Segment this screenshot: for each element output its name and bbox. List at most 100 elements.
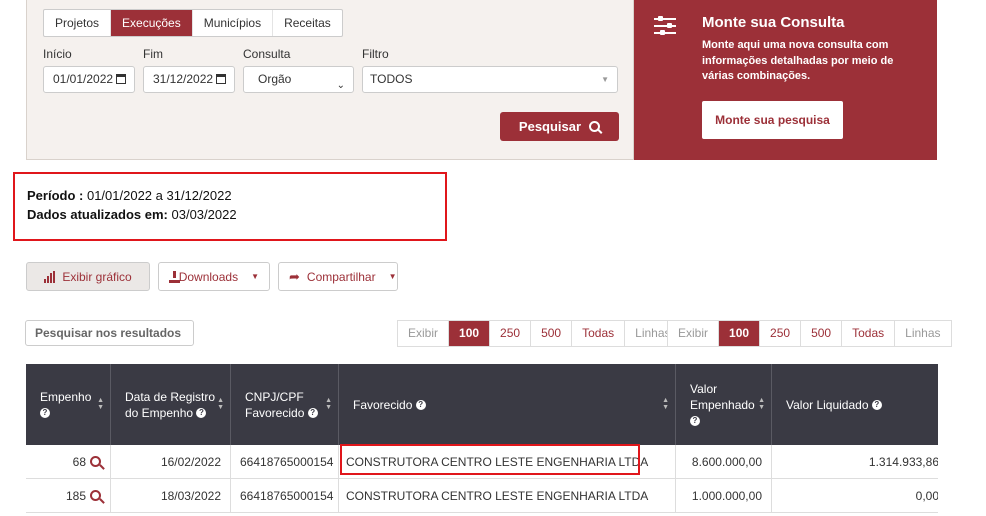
sort-icon[interactable]: ▲ ▼: [97, 397, 104, 411]
search-results-input[interactable]: Pesquisar nos resultados: [25, 320, 194, 346]
atualizados-line: Dados atualizados em: 03/03/2022: [27, 205, 433, 224]
monte-consulta-panel: Monte sua Consulta Monte aqui uma nova c…: [634, 0, 937, 160]
pager-option-250[interactable]: 250: [760, 321, 802, 346]
pager-exibir-label: Exibir: [398, 321, 450, 346]
pager-exibir-label: Exibir: [668, 321, 720, 346]
filtro-value: TODOS: [370, 72, 413, 86]
cell-valor-liquidado: 0,00: [915, 489, 938, 503]
cell-data: 16/02/2022: [111, 445, 231, 479]
compartilhar-button[interactable]: ➦ Compartilhar ▼: [278, 262, 398, 291]
exibir-grafico-label: Exibir gráfico: [62, 269, 132, 284]
help-icon[interactable]: ?: [196, 408, 207, 419]
help-icon[interactable]: ?: [307, 408, 318, 419]
bar-chart-icon: [44, 270, 56, 283]
col-cnpj-label-1: CNPJ/CPF: [245, 389, 304, 404]
sliders-icon: [654, 16, 676, 36]
col-cnpj[interactable]: CNPJ/CPF Favorecido ? ▲ ▼: [231, 364, 339, 445]
atualizados-value: 03/03/2022: [171, 207, 237, 222]
search-icon[interactable]: [90, 456, 101, 467]
fim-date-field[interactable]: 31/12/2022: [143, 66, 235, 93]
col-empenho-label: Empenho: [40, 389, 92, 404]
filtro-label: Filtro: [362, 47, 389, 61]
calendar-icon[interactable]: [116, 74, 126, 84]
periodo-value: 01/01/2022 a 31/12/2022: [86, 188, 232, 203]
monte-pesquisa-button[interactable]: Monte sua pesquisa: [702, 101, 843, 139]
col-valor-empenhado[interactable]: Valor Empenhado? ▲ ▼: [676, 364, 772, 445]
col-valor-liquidado-label: Valor Liquidado: [786, 397, 869, 412]
help-icon[interactable]: ?: [40, 408, 50, 419]
col-data-label-2: do Empenho: [125, 405, 194, 420]
sort-icon[interactable]: ▲ ▼: [325, 397, 332, 411]
col-valor-label-1: Valor: [690, 381, 718, 396]
search-button[interactable]: Pesquisar: [500, 112, 619, 141]
pager-option-500[interactable]: 500: [801, 321, 843, 346]
caret-down-icon: ▼: [251, 272, 259, 281]
exibir-grafico-button[interactable]: Exibir gráfico: [26, 262, 150, 291]
col-empenho[interactable]: Empenho? ▲ ▼: [26, 364, 111, 445]
consulta-value: Orgão: [258, 72, 292, 86]
search-button-label: Pesquisar: [518, 119, 582, 134]
inicio-label: Início: [43, 47, 72, 61]
cell-valor-liquidado: 1.314.933,86: [868, 455, 938, 469]
calendar-icon[interactable]: [216, 74, 226, 84]
periodo-label: Período :: [27, 188, 84, 203]
pager-option-100[interactable]: 100: [719, 321, 761, 346]
col-data-registro[interactable]: Data de Registro do Empenho ? ▲ ▼: [111, 364, 231, 445]
cell-cnpj: 66418765000154: [231, 445, 339, 479]
periodo-line: Período : 01/01/2022 a 31/12/2022: [27, 186, 433, 205]
downloads-label: Downloads: [178, 269, 239, 284]
tab-municipios[interactable]: Municípios: [193, 10, 274, 36]
share-icon: ➦: [289, 268, 300, 284]
pager-option-100[interactable]: 100: [449, 321, 491, 346]
col-valor-label-2: Empenhado: [690, 397, 755, 412]
cell-favorecido: CONSTRUTORA CENTRO LESTE ENGENHARIA LTDA: [339, 445, 676, 479]
empenho-number: 68: [72, 455, 86, 469]
consulta-select[interactable]: Orgão ⌄: [243, 66, 354, 93]
downloads-button[interactable]: Downloads ▼: [158, 262, 270, 291]
help-icon[interactable]: ?: [415, 400, 426, 411]
sort-icon[interactable]: ▲ ▼: [217, 397, 224, 411]
cell-valor-empenhado: 1.000.000,00: [676, 479, 772, 513]
filter-panel: Projetos Execuções Municípios Receitas I…: [26, 0, 634, 160]
pager-option-todas[interactable]: Todas: [572, 321, 626, 346]
pager-option-500[interactable]: 500: [531, 321, 573, 346]
cell-empenho: 185: [26, 479, 111, 513]
consulta-description: Monte aqui uma nova consulta com informa…: [702, 39, 894, 82]
tab-projetos[interactable]: Projetos: [44, 10, 112, 36]
pager-linhas-label: Linhas: [905, 326, 941, 340]
help-icon[interactable]: ?: [690, 416, 700, 427]
consulta-title: Monte sua Consulta: [702, 14, 845, 31]
chevron-down-icon: ⌄: [336, 80, 345, 91]
download-icon: [169, 270, 179, 283]
cell-data: 18/03/2022: [111, 479, 231, 513]
help-icon[interactable]: ?: [871, 400, 882, 411]
pager-option-todas[interactable]: Todas: [842, 321, 896, 346]
page-size-selector-left: Exibir 100 250 500 Todas Linhas: [397, 320, 682, 347]
sort-icon[interactable]: ▲ ▼: [758, 397, 765, 411]
results-table: Empenho? ▲ ▼ Data de Registro do Empenho ?…: [26, 364, 938, 516]
fim-label: Fim: [143, 47, 163, 61]
consulta-label: Consulta: [243, 47, 291, 61]
pager-option-250[interactable]: 250: [490, 321, 532, 346]
tab-execucoes[interactable]: Execuções: [111, 10, 193, 36]
table-row: 68 16/02/2022 66418765000154 CONSTRUTORA…: [26, 445, 938, 479]
inicio-date-field[interactable]: 01/01/2022: [43, 66, 135, 93]
sort-icon[interactable]: ▲ ▼: [662, 397, 669, 411]
empenho-number: 185: [65, 489, 86, 503]
table-row: 185 18/03/2022 66418765000154 CONSTRUTOR…: [26, 479, 938, 513]
search-icon: [589, 121, 601, 132]
col-data-label-1: Data de Registro: [125, 389, 216, 404]
inicio-value: 01/01/2022: [53, 72, 114, 86]
cell-cnpj: 66418765000154: [231, 479, 339, 513]
col-favorecido[interactable]: Favorecido ? ▲ ▼: [339, 364, 676, 445]
caret-down-icon: ▼: [388, 272, 397, 281]
filtro-select[interactable]: TODOS ▼: [362, 66, 618, 93]
tab-receitas[interactable]: Receitas: [273, 10, 342, 36]
search-icon[interactable]: [90, 490, 101, 501]
compartilhar-label: Compartilhar: [306, 269, 376, 284]
period-info: Período : 01/01/2022 a 31/12/2022 Dados …: [13, 172, 447, 241]
fim-value: 31/12/2022: [153, 72, 214, 86]
caret-down-icon: ▼: [601, 75, 609, 84]
col-valor-liquidado[interactable]: Valor Liquidado ?: [772, 364, 938, 445]
atualizados-label: Dados atualizados em:: [27, 207, 168, 222]
